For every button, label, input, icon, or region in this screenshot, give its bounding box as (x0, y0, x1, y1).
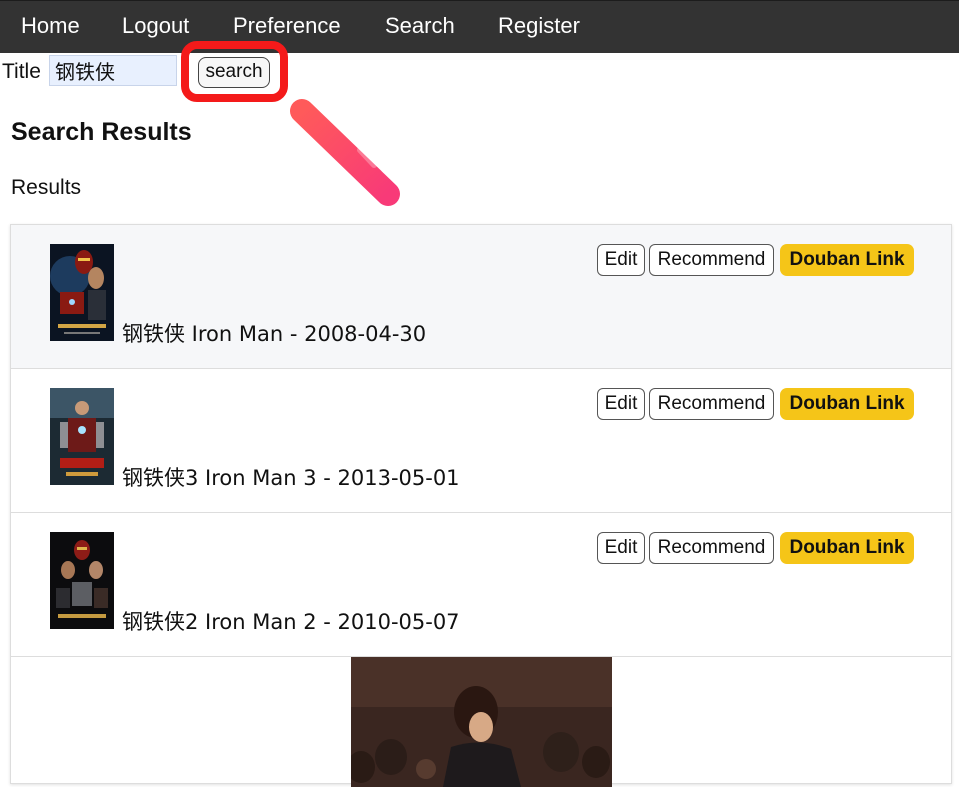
douban-link-button[interactable]: Douban Link (780, 532, 914, 564)
result-row: Edit Recommend Douban Link 钢铁侠2 Iron Man… (11, 513, 951, 657)
movie-poster-image (50, 388, 114, 485)
result-row: Edit Recommend Douban Link 钢铁侠3 Iron Man… (11, 369, 951, 513)
result-row: Edit Recommend Douban Link 钢铁侠 Iron Man … (11, 225, 951, 369)
douban-link-button[interactable]: Douban Link (780, 244, 914, 276)
movie-poster-image (50, 532, 114, 629)
title-search-input[interactable] (49, 55, 177, 86)
movie-title-text: 钢铁侠2 Iron Man 2 - 2010-05-07 (122, 610, 460, 634)
search-results-heading: Search Results (11, 118, 192, 146)
nav-register-link[interactable]: Register (498, 13, 580, 39)
nav-preference-link[interactable]: Preference (233, 13, 341, 39)
recommend-button[interactable]: Recommend (649, 532, 774, 564)
movie-poster-image (50, 244, 114, 341)
movie-title-text: 钢铁侠3 Iron Man 3 - 2013-05-01 (122, 466, 460, 490)
recommend-button[interactable]: Recommend (649, 388, 774, 420)
search-button[interactable]: search (198, 57, 270, 88)
nav-home-link[interactable]: Home (21, 13, 80, 39)
title-field-label: Title (2, 60, 41, 83)
douban-link-button[interactable]: Douban Link (780, 388, 914, 420)
results-list: Edit Recommend Douban Link 钢铁侠 Iron Man … (10, 224, 952, 787)
pointer-arrow-icon (290, 99, 400, 206)
edit-button[interactable]: Edit (597, 532, 645, 564)
nav-logout-link[interactable]: Logout (122, 13, 189, 39)
movie-title-text: 钢铁侠 Iron Man - 2008-04-30 (122, 322, 427, 346)
animated-gif-image (351, 657, 612, 787)
edit-button[interactable]: Edit (597, 244, 645, 276)
edit-button[interactable]: Edit (597, 388, 645, 420)
top-navbar: Home Logout Preference Search Register (0, 0, 959, 53)
recommend-button[interactable]: Recommend (649, 244, 774, 276)
nav-search-link[interactable]: Search (385, 13, 455, 39)
results-subheading: Results (11, 176, 82, 199)
